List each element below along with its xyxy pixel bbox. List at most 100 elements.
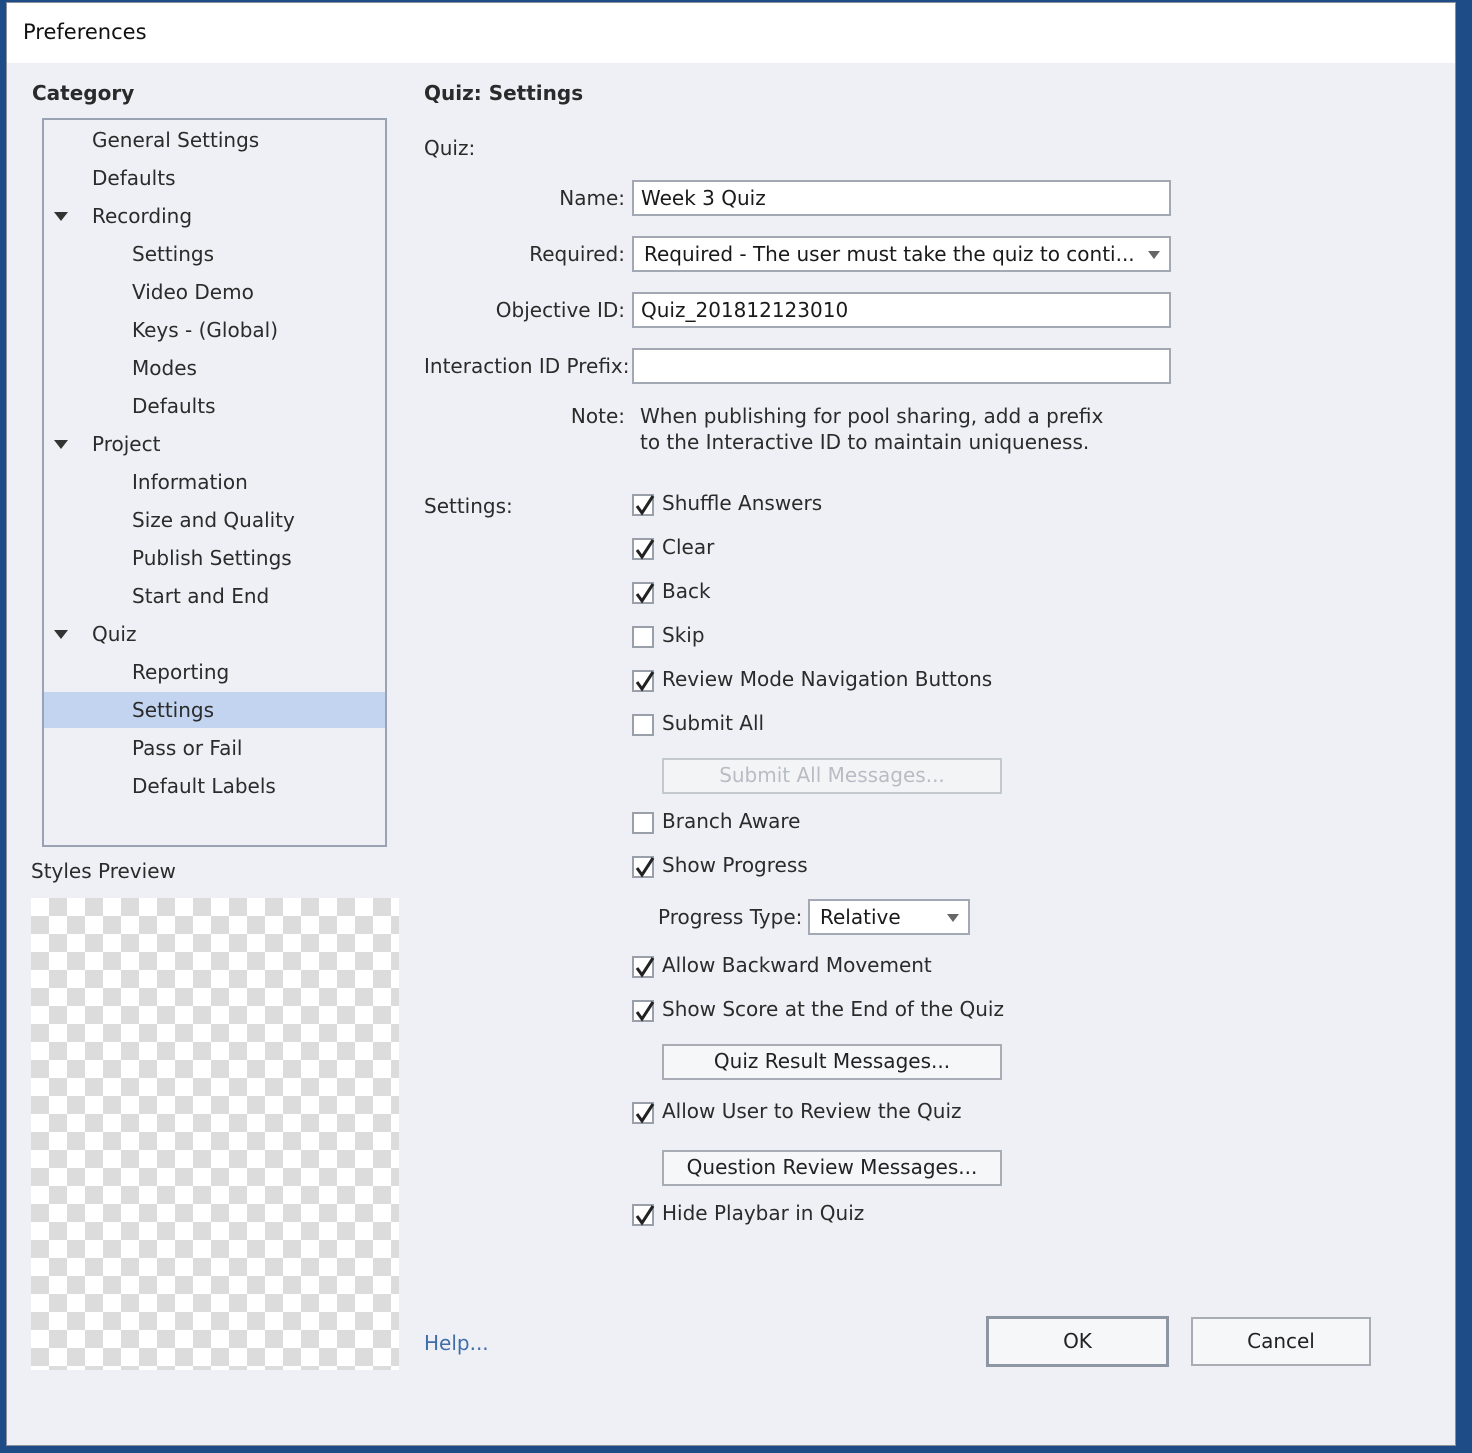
note-label: Note:: [570, 404, 625, 428]
show-progress-label: Show Progress: [662, 853, 808, 877]
tree-item-label: Pass or Fail: [132, 736, 243, 760]
tree-item[interactable]: Project: [44, 426, 385, 462]
tree-item[interactable]: Default Labels: [44, 768, 385, 804]
tree-item[interactable]: Defaults: [44, 388, 385, 424]
tree-item[interactable]: Keys - (Global): [44, 312, 385, 348]
allow-user-review-checkbox[interactable]: [632, 1102, 655, 1124]
tree-item-label: Keys - (Global): [132, 318, 279, 342]
branch-aware-checkbox[interactable]: [632, 812, 654, 834]
shuffle-answers-label: Shuffle Answers: [662, 491, 823, 515]
chevron-down-icon: [1148, 251, 1160, 259]
quiz-section-label: Quiz:: [424, 136, 476, 160]
show-score-checkbox[interactable]: [632, 1000, 655, 1022]
panel-heading: Quiz: Settings: [424, 81, 584, 105]
tree-item[interactable]: Quiz: [44, 616, 385, 652]
name-input[interactable]: Week 3 Quiz: [632, 180, 1171, 216]
tree-item[interactable]: Video Demo: [44, 274, 385, 310]
expand-arrow-icon[interactable]: [54, 630, 68, 639]
tree-item[interactable]: Defaults: [44, 160, 385, 196]
tree-item-label: Modes: [132, 356, 197, 380]
tree-item-label: Publish Settings: [132, 546, 292, 570]
tree-item-label: Quiz: [92, 622, 137, 646]
expand-arrow-icon[interactable]: [54, 212, 68, 221]
tree-item-label: Project: [92, 432, 161, 456]
required-select[interactable]: Required - The user must take the quiz t…: [632, 236, 1171, 272]
note-line-1: When publishing for pool sharing, add a …: [640, 404, 1104, 428]
checkmark-icon: [635, 1103, 655, 1124]
review-mode-navigation-buttons-checkbox[interactable]: [632, 670, 655, 692]
back-checkbox[interactable]: [632, 582, 655, 604]
required-select-value: Required - The user must take the quiz t…: [644, 242, 1135, 266]
expand-arrow-icon[interactable]: [54, 440, 68, 449]
tree-item[interactable]: Start and End: [44, 578, 385, 614]
interaction-prefix-label: Interaction ID Prefix:: [424, 354, 630, 378]
cancel-button[interactable]: Cancel: [1191, 1317, 1371, 1366]
tree-item-label: Start and End: [132, 584, 270, 608]
tree-item-label: Defaults: [132, 394, 216, 418]
hide-playbar-checkbox[interactable]: [632, 1204, 655, 1226]
tree-item-label: Reporting: [132, 660, 230, 684]
review-mode-navigation-buttons-label: Review Mode Navigation Buttons: [662, 667, 993, 691]
tree-item-label: Size and Quality: [132, 508, 295, 532]
shuffle-answers-checkbox[interactable]: [632, 494, 655, 516]
tree-item[interactable]: Settings: [44, 692, 385, 728]
settings-section-label: Settings:: [424, 494, 513, 518]
category-tree[interactable]: General Settings Defaults Recording Setting…: [42, 118, 387, 847]
question-review-messages-button[interactable]: Question Review Messages...: [662, 1150, 1002, 1186]
checkmark-icon: [635, 671, 655, 692]
title-bar: Preferences: [7, 3, 1455, 63]
objective-id-label: Objective ID:: [495, 298, 625, 322]
styles-preview-canvas: [31, 898, 399, 1370]
tree-item-label: Information: [132, 470, 248, 494]
checkmark-icon: [635, 539, 655, 560]
chevron-down-icon: [947, 914, 959, 922]
submit-all-checkbox[interactable]: [632, 714, 654, 736]
tree-item[interactable]: Recording: [44, 198, 385, 234]
tree-item[interactable]: Size and Quality: [44, 502, 385, 538]
clear-checkbox[interactable]: [632, 538, 655, 560]
category-heading: Category: [32, 81, 135, 105]
progress-type-select[interactable]: Relative: [808, 899, 970, 935]
submit-all-messages-button[interactable]: Submit All Messages...: [662, 758, 1002, 794]
note-line-2: to the Interactive ID to maintain unique…: [640, 430, 1090, 454]
ok-button[interactable]: OK: [986, 1316, 1169, 1367]
tree-item-label: Recording: [92, 204, 193, 228]
allow-backward-movement-label: Allow Backward Movement: [662, 953, 932, 977]
submit-all-label: Submit All: [662, 711, 765, 735]
checkmark-icon: [635, 1205, 655, 1226]
interaction-prefix-input[interactable]: [632, 348, 1171, 384]
objective-id-input[interactable]: Quiz_201812123010: [632, 292, 1171, 328]
checkmark-icon: [635, 857, 655, 878]
checkmark-icon: [635, 583, 655, 604]
tree-item[interactable]: Pass or Fail: [44, 730, 385, 766]
checkmark-icon: [635, 957, 655, 978]
allow-user-review-label: Allow User to Review the Quiz: [662, 1099, 962, 1123]
checkmark-icon: [635, 495, 655, 516]
tree-item[interactable]: Settings: [44, 236, 385, 272]
back-label: Back: [662, 579, 711, 603]
show-score-label: Show Score at the End of the Quiz: [662, 997, 1004, 1021]
clear-label: Clear: [662, 535, 715, 559]
help-link[interactable]: Help...: [424, 1331, 489, 1355]
show-progress-checkbox[interactable]: [632, 856, 655, 878]
branch-aware-label: Branch Aware: [662, 809, 801, 833]
window-title: Preferences: [23, 20, 147, 44]
preferences-dialog: Preferences Category General Settings Def…: [6, 2, 1456, 1446]
skip-label: Skip: [662, 623, 705, 647]
progress-type-label: Progress Type:: [658, 905, 803, 929]
checkmark-icon: [635, 1001, 655, 1022]
tree-item[interactable]: Reporting: [44, 654, 385, 690]
tree-item-label: Default Labels: [132, 774, 276, 798]
allow-backward-movement-checkbox[interactable]: [632, 956, 655, 978]
tree-item[interactable]: Publish Settings: [44, 540, 385, 576]
tree-item-label: General Settings: [92, 128, 260, 152]
tree-item[interactable]: General Settings: [44, 122, 385, 158]
quiz-result-messages-button[interactable]: Quiz Result Messages...: [662, 1044, 1002, 1080]
tree-item-label: Defaults: [92, 166, 176, 190]
tree-item[interactable]: Information: [44, 464, 385, 500]
name-label: Name:: [559, 186, 625, 210]
styles-preview-label: Styles Preview: [31, 859, 176, 883]
skip-checkbox[interactable]: [632, 626, 654, 648]
tree-item[interactable]: Modes: [44, 350, 385, 386]
required-label: Required:: [529, 242, 625, 266]
